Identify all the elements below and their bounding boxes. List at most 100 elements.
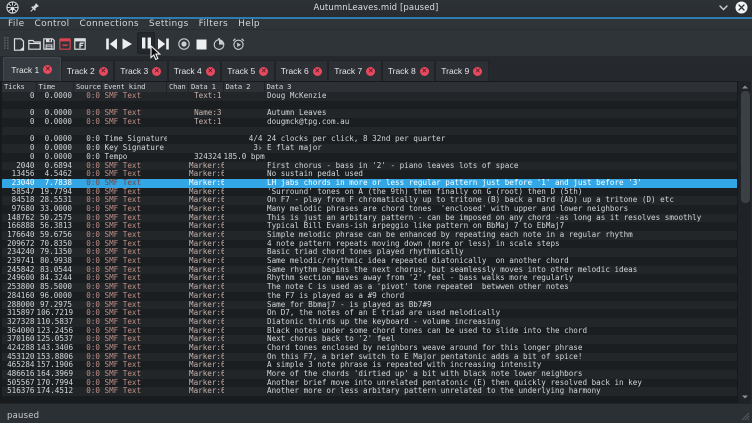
- tab-close-icon[interactable]: ✕: [99, 67, 108, 76]
- tab-close-icon[interactable]: ✕: [313, 67, 322, 76]
- event-row[interactable]: 28416096.00000:0SMF TextMarker:6the F7 i…: [2, 292, 737, 301]
- new-file-button[interactable]: [12, 37, 26, 51]
- stop-button[interactable]: [194, 37, 208, 51]
- tab-track-7[interactable]: Track 7✕: [328, 60, 382, 81]
- vertical-scrollbar[interactable]: [737, 81, 751, 403]
- chevron-down-icon[interactable]: [718, 2, 729, 13]
- play-button[interactable]: [120, 37, 134, 51]
- event-row[interactable]: 23974180.99380:0SMF TextMarker:6Same mel…: [2, 257, 737, 266]
- event-row[interactable]: 20967270.83500:0SMF TextMarker:64 note p…: [2, 240, 737, 249]
- tab-track-8[interactable]: Track 8✕: [382, 60, 436, 81]
- play-timer-button[interactable]: [231, 37, 245, 51]
- event-row[interactable]: 5854719.77940:0SMF TextMarker:6'Surround…: [2, 188, 737, 197]
- cell-ticks: 0: [2, 109, 37, 118]
- event-row[interactable]: 17664059.67560:0SMF TextMarker:6Simple m…: [2, 231, 737, 240]
- event-row[interactable]: 516376174.45120:0SMF TextMarker:6Another…: [2, 387, 737, 396]
- menu-item-connections[interactable]: Connections: [74, 19, 143, 30]
- tab-track-3[interactable]: Track 3✕: [114, 60, 168, 81]
- cell-time: [37, 101, 75, 110]
- column-header-time[interactable]: Time: [37, 82, 75, 92]
- event-row[interactable]: 00.00000:0Time Signature4/424 clocks per…: [2, 135, 737, 144]
- toolbar-drag-handle[interactable]: [4, 37, 9, 49]
- tab-close-icon[interactable]: ✕: [366, 67, 375, 76]
- event-row[interactable]: 486616164.39690:0SMF TextMarker:6More of…: [2, 370, 737, 379]
- column-header-chan[interactable]: Chan: [167, 82, 189, 92]
- tab-close-icon[interactable]: ✕: [43, 65, 52, 74]
- tab-close-icon[interactable]: ✕: [206, 67, 215, 76]
- record-button[interactable]: [177, 37, 191, 51]
- event-row[interactable]: 00.00000:0SMF TextName:3Autumn Leaves: [2, 109, 737, 118]
- column-header-source[interactable]: Source: [74, 82, 102, 92]
- event-row[interactable]: 24584283.05440:0SMF TextMarker:6Same rhy…: [2, 266, 737, 275]
- event-row[interactable]: 00.00000:0Tempo324324185.0 bpm: [2, 153, 737, 162]
- configure-view-button[interactable]: [73, 37, 87, 51]
- open-file-button[interactable]: [27, 37, 41, 51]
- cell-kind: Key Signature: [102, 144, 167, 153]
- close-red-button[interactable]: [58, 37, 72, 51]
- scroll-up-icon[interactable]: [741, 83, 749, 91]
- event-row[interactable]: 25380085.50000:0SMF TextMarker:6The note…: [2, 283, 737, 292]
- cell-ticks: 239741: [2, 257, 37, 266]
- close-window-icon[interactable]: [735, 1, 748, 14]
- event-row[interactable]: [2, 127, 737, 136]
- event-row[interactable]: [2, 101, 737, 110]
- column-header-data-3[interactable]: Data 3: [265, 82, 738, 92]
- cell-time: 0.0000: [37, 153, 75, 162]
- column-header-data-1[interactable]: Data 1: [189, 82, 224, 92]
- column-header-event-kind[interactable]: Event kind: [102, 82, 167, 92]
- event-row[interactable]: 424288143.34060:0SMF TextMarker:6Chord t…: [2, 344, 737, 353]
- event-row[interactable]: 315897106.72190:0SMF TextMarker:6On D7, …: [2, 309, 737, 318]
- tab-track-2[interactable]: Track 2✕: [61, 60, 115, 81]
- event-table[interactable]: 00.00000:0SMF TextText:1Doug McKenzie00.…: [2, 92, 737, 403]
- tab-track-9[interactable]: Track 9✕: [435, 60, 489, 81]
- menu-item-control[interactable]: Control: [29, 19, 74, 30]
- resize-grip-icon[interactable]: [741, 412, 750, 421]
- menu-item-file[interactable]: File: [3, 19, 29, 30]
- column-header-data-2[interactable]: Data 2: [224, 82, 265, 92]
- tab-close-icon[interactable]: ✕: [473, 67, 482, 76]
- tab-track-5[interactable]: Track 5✕: [221, 60, 275, 81]
- save-file-button[interactable]: [42, 37, 56, 51]
- timer-button[interactable]: [212, 37, 226, 51]
- skip-backward-button[interactable]: [104, 37, 118, 51]
- event-row[interactable]: 370160125.05370:0SMF TextMarker:6Next ch…: [2, 335, 737, 344]
- tab-close-icon[interactable]: ✕: [420, 67, 429, 76]
- event-row[interactable]: 453120153.88060:0SMF TextMarker:6On this…: [2, 353, 737, 362]
- tab-close-icon[interactable]: ✕: [259, 67, 268, 76]
- event-row[interactable]: 14876250.25750:0SMF TextMarker:6This is …: [2, 214, 737, 223]
- event-row[interactable]: 28800097.29750:0SMF TextMarker:6Same for…: [2, 301, 737, 310]
- scroll-down-icon[interactable]: [741, 393, 749, 401]
- cell-ticks: 0: [2, 135, 37, 144]
- event-row[interactable]: 00.00000:0SMF TextText:1dougmck@tpg.com.…: [2, 118, 737, 127]
- event-row[interactable]: 9768033.00000:0SMF TextMarker:6Many melo…: [2, 205, 737, 214]
- tab-close-icon[interactable]: ✕: [152, 67, 161, 76]
- tab-track-1[interactable]: Track 1✕: [3, 57, 61, 81]
- cell-data2: [224, 248, 265, 257]
- tab-track-4[interactable]: Track 4✕: [168, 60, 222, 81]
- cell-kind: SMF Text: [102, 370, 167, 379]
- tab-track-6[interactable]: Track 6✕: [275, 60, 329, 81]
- event-row[interactable]: 24960084.32440:0SMF TextMarker:6Rhythm s…: [2, 274, 737, 283]
- cell-time: 84.3244: [37, 274, 75, 283]
- scrollbar-thumb[interactable]: [741, 91, 750, 203]
- event-row[interactable]: 16688856.38130:0SMF TextMarker:6Typical …: [2, 222, 737, 231]
- table-header[interactable]: TicksTimeSourceEvent kindChanData 1Data …: [2, 82, 737, 92]
- cell-time: [37, 127, 75, 136]
- titlebar[interactable]: AutumnLeaves.mid [paused]: [0, 0, 752, 17]
- event-row[interactable]: 230407.78380:0SMF TextMarker:6LH jabs ch…: [2, 179, 737, 188]
- event-row[interactable]: 23424079.13500:0SMF TextMarker:6Basic tr…: [2, 248, 737, 257]
- event-row[interactable]: 465284157.19060:0SMF TextMarker:6A simpl…: [2, 361, 737, 370]
- event-row[interactable]: 00.00000:0Key Signature3♭E flat major: [2, 144, 737, 153]
- menu-item-settings[interactable]: Settings: [144, 19, 194, 30]
- event-row[interactable]: 505567170.79940:0SMF TextMarker:6Another…: [2, 379, 737, 388]
- event-row[interactable]: 8451828.55310:0SMF TextMarker:6On F7 - p…: [2, 196, 737, 205]
- event-row[interactable]: 00.00000:0SMF TextText:1Doug McKenzie: [2, 92, 737, 101]
- event-row[interactable]: 327328110.58370:0SMF TextMarker:6Diatoni…: [2, 318, 737, 327]
- menu-item-filters[interactable]: Filters: [194, 19, 233, 30]
- event-row[interactable]: 364000123.24560:0SMF TextMarker:6Black n…: [2, 327, 737, 336]
- event-row[interactable]: 20400.68940:0SMF TextMarker:6First choru…: [2, 162, 737, 171]
- cell-chan: [167, 344, 189, 353]
- menu-item-help[interactable]: Help: [233, 19, 265, 30]
- column-header-ticks[interactable]: Ticks: [2, 82, 37, 92]
- event-row[interactable]: 134564.54620:0SMF TextMarker:6No sustain…: [2, 170, 737, 179]
